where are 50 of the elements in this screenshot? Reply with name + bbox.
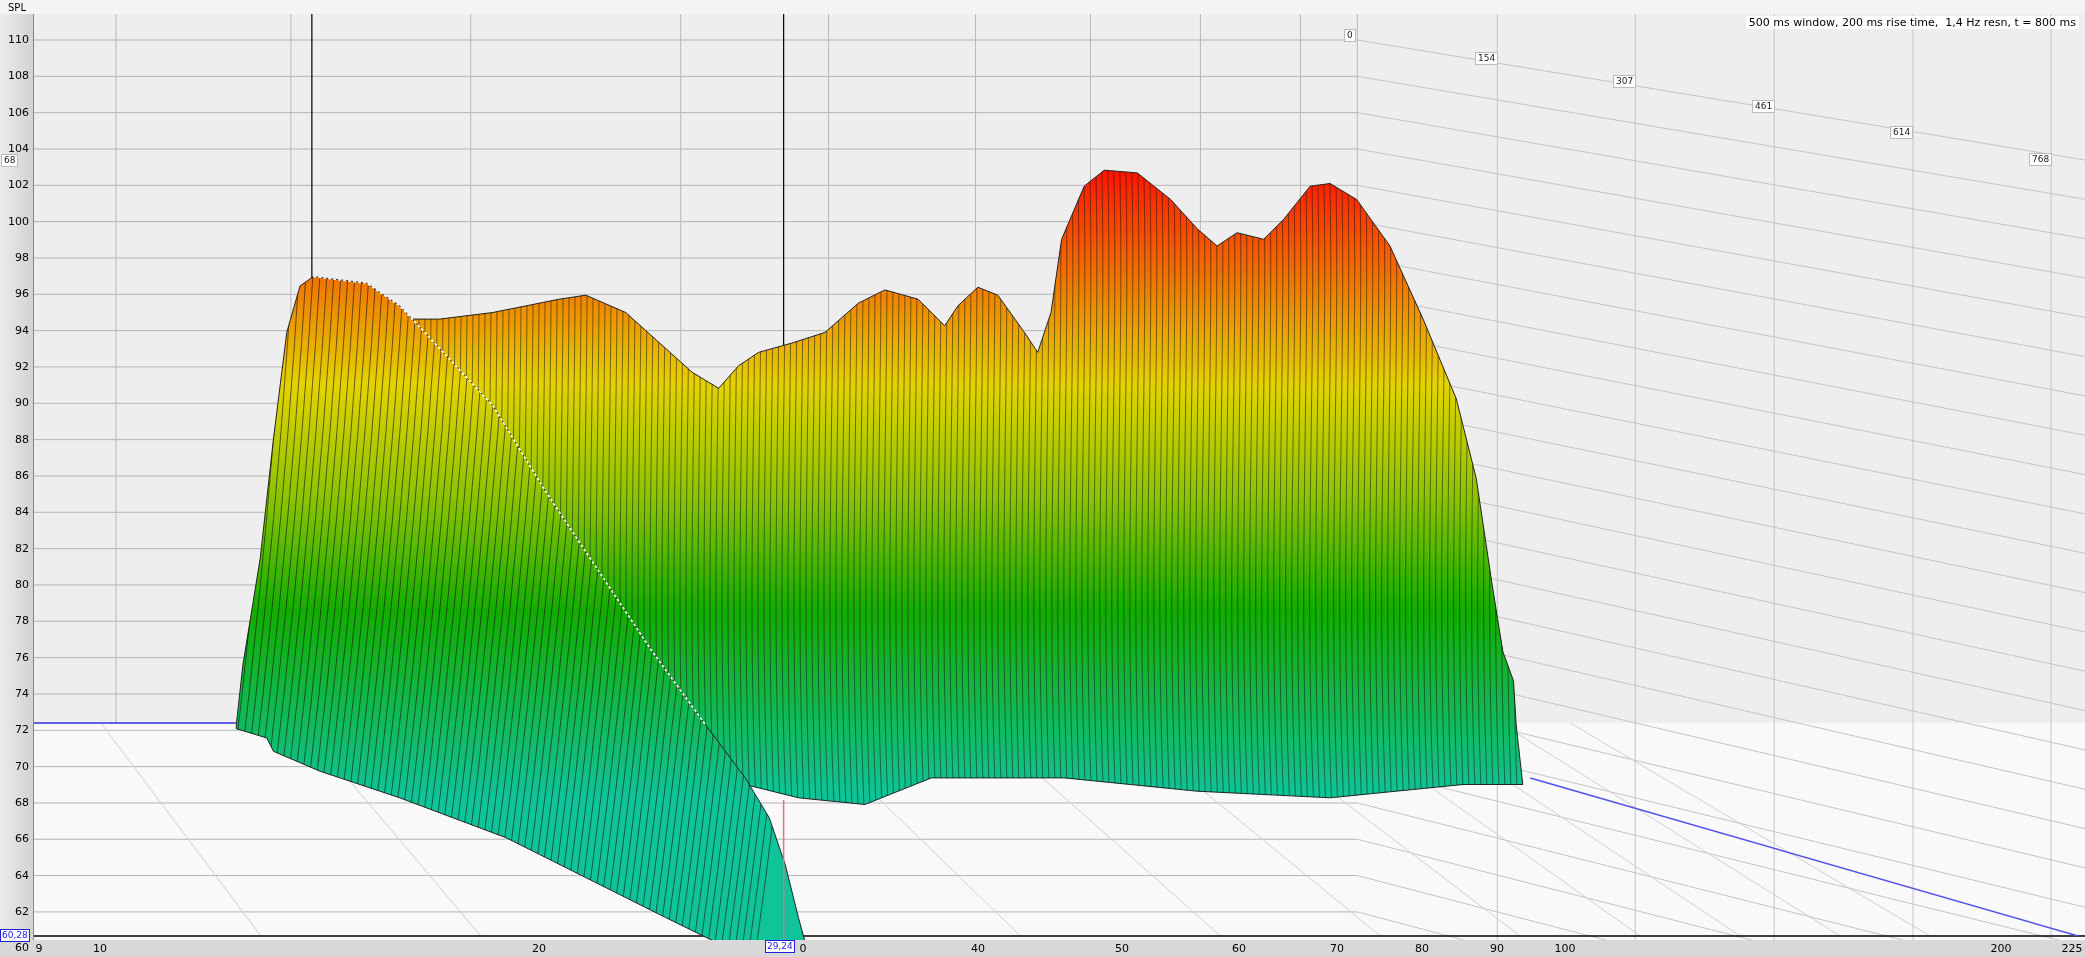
axis-tick-label: 90 xyxy=(15,397,29,410)
cursor-value-label: 60,28 xyxy=(0,929,30,942)
axis-tick-label: 10 xyxy=(93,943,107,955)
axis-tick-label: 60 xyxy=(1232,943,1246,955)
axis-tick-label: 0 xyxy=(799,943,807,955)
time-axis-label: 307 xyxy=(1613,75,1637,88)
axis-tick-label: 76 xyxy=(15,651,29,664)
time-axis-label: 614 xyxy=(1890,126,1914,139)
axis-tick-label: 110 xyxy=(8,34,29,46)
axis-tick-label: 20 xyxy=(532,943,546,955)
time-axis-label: 68 xyxy=(1,154,19,167)
time-axis-label: 154 xyxy=(1475,52,1499,65)
axis-tick-label: 72 xyxy=(15,724,29,737)
axis-tick-label: 88 xyxy=(15,433,29,446)
axis-title: SPL xyxy=(8,1,26,13)
axis-tick-label: 50 xyxy=(1115,943,1129,955)
time-axis-label: 0 xyxy=(1344,29,1356,42)
axis-tick-label: 100 xyxy=(1554,943,1576,955)
axis-tick-label: 106 xyxy=(8,106,29,119)
axis-tick-label: 90 xyxy=(1490,943,1504,955)
axis-tick-label: 82 xyxy=(15,542,29,555)
axis-tick-label: 92 xyxy=(15,360,29,373)
axis-tick-label: 94 xyxy=(15,324,29,337)
axis-tick-label: 80 xyxy=(15,578,29,591)
axis-tick-label: 9 xyxy=(35,943,43,955)
axis-tick-label: 60 xyxy=(15,942,29,955)
axis-tick-label: 66 xyxy=(15,833,29,846)
axis-tick-label: 98 xyxy=(15,251,29,264)
axis-tick-label: 108 xyxy=(8,70,29,83)
axis-tick-label: 62 xyxy=(15,905,29,918)
time-axis-label: 461 xyxy=(1752,100,1776,113)
axis-tick-label: 74 xyxy=(15,687,29,700)
time-axis-label: 768 xyxy=(2029,153,2053,166)
axis-tick-label: 70 xyxy=(1330,943,1344,955)
axis-tick-label: 78 xyxy=(15,615,29,628)
axis-tick-label: 104 xyxy=(8,143,29,155)
axis-tick-label: 40 xyxy=(971,943,985,955)
info-label: 500 ms window, 200 ms rise time, 1,4 Hz resn, t = 800 ms xyxy=(1745,16,2079,29)
cursor-value-label: 29,24 xyxy=(765,940,795,953)
axis-tick-label: 86 xyxy=(15,469,29,482)
axis-tick-label: 100 xyxy=(8,215,29,228)
axis-tick-label: 80 xyxy=(1415,943,1429,955)
axis-tick-label: 84 xyxy=(15,506,29,519)
axis-tick-label: 96 xyxy=(15,288,29,301)
axis-tick-label: 70 xyxy=(15,760,29,773)
axis-tick-label: 200 xyxy=(1990,943,2012,955)
axis-tick-label: 225 xyxy=(2061,943,2083,955)
axis-tick-label: 102 xyxy=(8,179,29,192)
axis-tick-label: 64 xyxy=(15,869,29,882)
axis-tick-label: 68 xyxy=(15,796,29,809)
